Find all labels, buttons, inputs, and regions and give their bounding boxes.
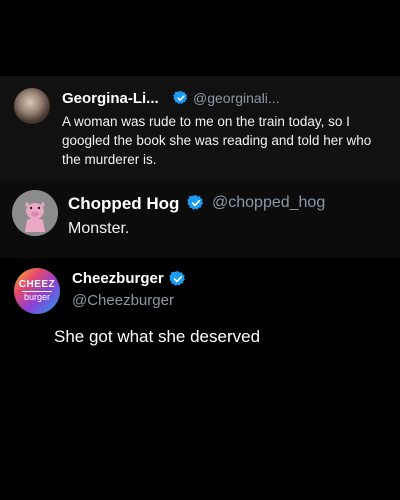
pig-icon bbox=[12, 190, 58, 236]
cheezburger-name[interactable]: Cheezburger bbox=[72, 270, 164, 287]
tweet-chopped-hog: Chopped Hog @chopped_hog Monster. bbox=[0, 180, 400, 258]
verified-badge-icon bbox=[173, 91, 188, 104]
tweet-georgina: Georgina-Li... @georginali... A woman wa… bbox=[0, 76, 400, 180]
cheezburger-logo-bottom: burger bbox=[23, 292, 50, 302]
verified-badge-icon bbox=[187, 195, 203, 210]
chopped-hog-name[interactable]: Chopped Hog bbox=[68, 194, 179, 214]
chopped-hog-tweet-text: Monster. bbox=[68, 220, 130, 237]
cheezburger-logo-top: CHEEZ bbox=[18, 279, 56, 290]
chopped-hog-handle[interactable]: @chopped_hog bbox=[212, 194, 325, 212]
cheezburger-avatar[interactable]: CHEEZ burger bbox=[14, 268, 60, 314]
chopped-hog-avatar[interactable] bbox=[12, 190, 58, 236]
georgina-avatar[interactable] bbox=[14, 88, 50, 124]
verified-badge-icon bbox=[169, 271, 185, 286]
cheezburger-handle[interactable]: @Cheezburger bbox=[72, 292, 174, 309]
georgina-name[interactable]: Georgina-Li... bbox=[62, 90, 159, 107]
tweet-cheezburger: CHEEZ burger Cheezburger @Cheezburger bbox=[0, 258, 400, 318]
caption-text: She got what she deserved bbox=[54, 327, 261, 346]
georgina-handle[interactable]: @georginali... bbox=[193, 90, 280, 106]
georgina-tweet-text: A woman was rude to me on the train toda… bbox=[62, 114, 372, 167]
